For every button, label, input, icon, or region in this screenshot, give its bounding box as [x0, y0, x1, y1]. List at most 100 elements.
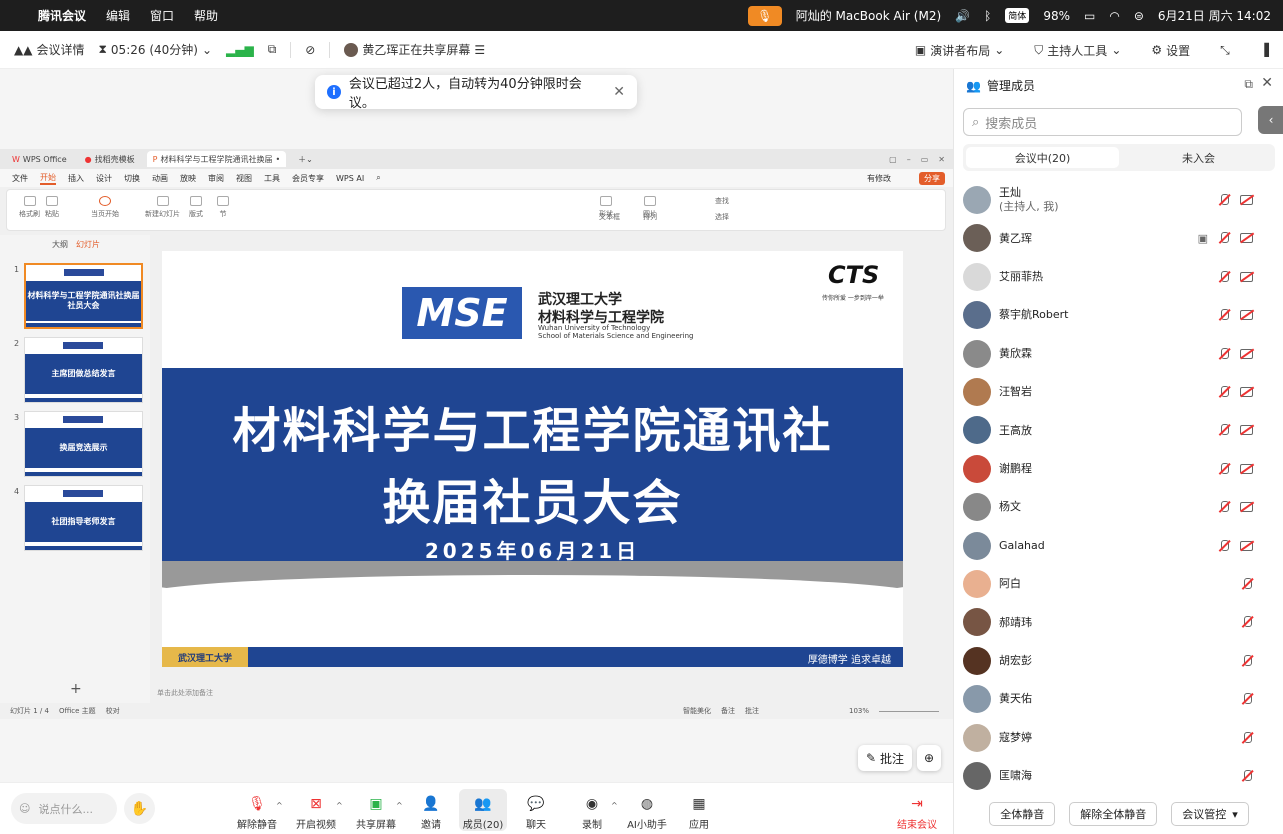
unmute-all-button[interactable]: 解除全体静音 — [1069, 802, 1158, 826]
comments-button[interactable]: 批注 — [745, 706, 759, 716]
bluetooth-icon[interactable]: ᛒ — [984, 9, 991, 23]
device-name[interactable]: 阿灿的 MacBook Air (M2) — [796, 7, 941, 24]
unmute-button[interactable]: 🎙 解除静音 — [229, 789, 285, 831]
mic-muted-icon[interactable] — [1241, 693, 1253, 705]
menu-transition[interactable]: 切换 — [124, 173, 140, 184]
slide-thumbnail-3[interactable]: 换届竞选展示 — [24, 411, 143, 477]
add-slide-icon[interactable]: + — [70, 681, 82, 697]
member-row[interactable]: 汪智岩 — [963, 373, 1275, 411]
slide-thumbnail-1[interactable]: 材料科学与工程学院通讯社换届社员大会 — [24, 263, 143, 329]
tab-slides[interactable]: 幻灯片 — [76, 239, 100, 250]
start-from-current-button[interactable]: 当页开始 — [91, 196, 119, 219]
mic-muted-icon[interactable] — [1218, 386, 1230, 398]
menu-file[interactable]: 文件 — [12, 173, 28, 184]
meeting-control-button[interactable]: 会议管控 ▾ — [1171, 802, 1249, 826]
minimize-icon[interactable]: – — [907, 155, 911, 164]
invite-button[interactable]: 👤 邀请 — [403, 789, 459, 831]
menu-help[interactable]: 帮助 — [194, 7, 218, 24]
camera-off-icon[interactable] — [1240, 271, 1253, 282]
mic-muted-icon[interactable] — [1241, 654, 1253, 667]
textbox-button[interactable]: 文本框 — [599, 212, 620, 222]
tab-not-joined[interactable]: 未入会 — [1122, 144, 1275, 171]
members-button[interactable]: 👥 成员(20) — [459, 789, 507, 831]
member-row[interactable]: 艾丽菲热 — [963, 258, 1275, 296]
zoom-slider[interactable] — [879, 710, 939, 712]
menu-slideshow[interactable]: 放映 — [180, 173, 196, 184]
volume-icon[interactable]: 🔊 — [955, 9, 970, 23]
camera-off-icon[interactable] — [1240, 310, 1253, 321]
maximize-icon[interactable]: ▭ — [921, 155, 929, 164]
menu-animation[interactable]: 动画 — [152, 173, 168, 184]
member-search-input[interactable]: ⌕ 搜索成员 — [963, 108, 1242, 136]
sharing-indicator[interactable]: 黄乙珲正在共享屏幕 ☰ — [344, 41, 485, 58]
slide-thumbnail-4[interactable]: 社团指导老师发言 — [24, 485, 143, 551]
mic-muted-icon[interactable] — [1241, 578, 1253, 590]
paste-button[interactable]: 粘贴 — [45, 196, 59, 219]
share-button[interactable]: 分享 — [919, 171, 945, 185]
mic-muted-icon[interactable] — [1218, 462, 1230, 475]
close-icon[interactable]: ✕ — [938, 155, 945, 164]
restore-icon[interactable]: ▢ — [889, 155, 897, 164]
fullscreen-icon[interactable]: ⤡ — [1220, 43, 1230, 58]
popout-icon[interactable]: ⧉ — [268, 42, 277, 57]
member-row[interactable]: 杨文 — [963, 488, 1275, 526]
menu-wps-ai[interactable]: WPS AI — [336, 174, 364, 183]
menu-home[interactable]: 开始 — [40, 172, 56, 185]
tab-outline[interactable]: 大纲 — [52, 239, 68, 250]
camera-off-icon[interactable] — [1240, 195, 1253, 205]
menu-design[interactable]: 设计 — [96, 173, 112, 184]
zoom-level[interactable]: 103% — [849, 707, 869, 715]
member-row[interactable]: 匡啸海 — [963, 757, 1275, 795]
ai-assistant-button[interactable]: ◍ AI小助手 — [619, 789, 675, 831]
apps-button[interactable]: ▦ 应用 — [671, 789, 727, 831]
caret-up-icon[interactable]: ^ — [396, 801, 403, 810]
datetime[interactable]: 6月21日 周六 14:02 — [1158, 7, 1271, 24]
collapse-handle-icon[interactable]: ‹ — [1258, 106, 1283, 134]
menu-review[interactable]: 审阅 — [208, 173, 224, 184]
notes-button[interactable]: 备注 — [721, 706, 735, 716]
member-row[interactable]: 黄欣霖 — [963, 335, 1275, 373]
wifi-icon[interactable]: ◠ — [1109, 9, 1119, 23]
caret-up-icon[interactable]: ^ — [336, 801, 343, 810]
camera-off-icon[interactable] — [1240, 463, 1253, 474]
mute-all-button[interactable]: 全体静音 — [989, 802, 1056, 826]
mic-muted-icon[interactable] — [1241, 731, 1253, 744]
camera-off-icon[interactable] — [1240, 540, 1253, 551]
battery-percent[interactable]: 98% — [1043, 9, 1070, 23]
camera-off-icon[interactable] — [1240, 348, 1253, 359]
mic-muted-icon[interactable] — [1218, 424, 1230, 436]
arrange-button[interactable]: 排列 — [643, 212, 657, 222]
tab-document[interactable]: P 材料科学与工程学院通讯社换届 • — [146, 151, 287, 167]
select-button[interactable]: 选择 — [715, 212, 729, 222]
sidebar-toggle-icon[interactable]: ▐ — [1260, 43, 1269, 57]
raise-hand-button[interactable]: ✋ — [124, 793, 155, 824]
battery-icon[interactable]: ▭ — [1084, 9, 1095, 23]
mic-indicator-icon[interactable]: 🎙 — [747, 5, 782, 26]
format-painter-button[interactable]: 格式刷 — [19, 196, 40, 219]
new-tab-button[interactable]: ＋⌄ — [292, 151, 319, 167]
menu-insert[interactable]: 插入 — [68, 173, 84, 184]
member-row[interactable]: 阿白 — [963, 565, 1275, 603]
close-icon[interactable]: ✕ — [613, 84, 625, 100]
member-row[interactable]: 蔡宇航Robert — [963, 296, 1275, 334]
mic-muted-icon[interactable] — [1218, 194, 1230, 206]
caret-up-icon[interactable]: ^ — [276, 801, 283, 810]
member-row[interactable]: 胡宏彭 — [963, 642, 1275, 680]
host-tools-button[interactable]: ⛉ 主持人工具 ⌄ — [1034, 42, 1121, 59]
camera-off-icon[interactable] — [1240, 502, 1253, 513]
section-button[interactable]: 节 — [217, 196, 229, 219]
member-row[interactable]: 寇梦婷 — [963, 719, 1275, 757]
camera-off-icon[interactable] — [1240, 425, 1253, 436]
notes-hint[interactable]: 单击此处添加备注 — [157, 688, 213, 698]
close-icon[interactable]: ✕ — [1261, 75, 1273, 91]
mic-muted-icon[interactable] — [1218, 232, 1230, 244]
search-icon[interactable]: ⌕ — [376, 173, 380, 183]
close-icon[interactable]: • — [275, 155, 280, 164]
mic-muted-icon[interactable] — [1241, 616, 1253, 628]
start-video-button[interactable]: ⊠ 开启视频 — [288, 789, 344, 831]
popout-icon[interactable]: ⧉ — [1244, 77, 1253, 92]
menu-view[interactable]: 视图 — [236, 173, 252, 184]
find-button[interactable]: 查找 — [715, 196, 729, 206]
mic-muted-icon[interactable] — [1241, 770, 1253, 782]
theme-name[interactable]: Office 主题 — [59, 706, 96, 716]
